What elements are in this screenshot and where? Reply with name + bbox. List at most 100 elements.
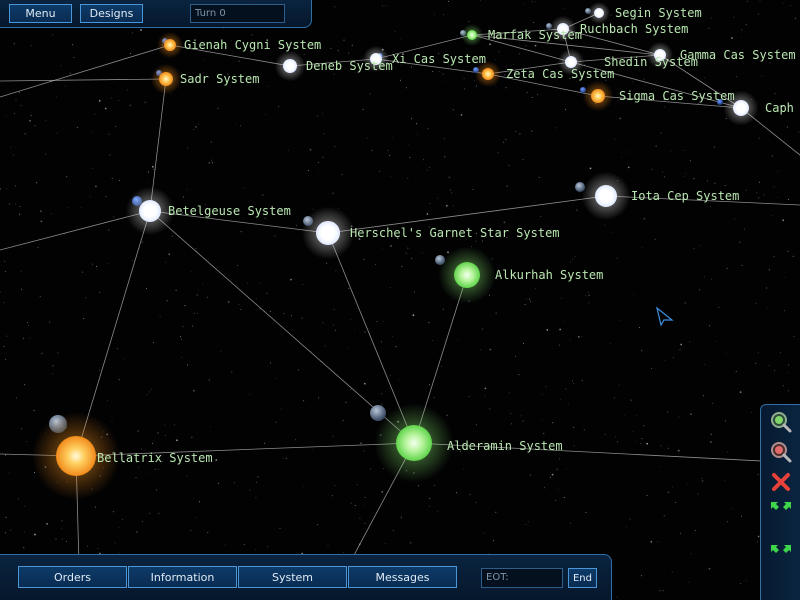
background-star xyxy=(21,247,23,249)
zoom-out-icon[interactable] xyxy=(767,439,795,465)
background-star xyxy=(534,288,536,290)
background-star xyxy=(16,397,18,399)
background-star xyxy=(532,22,534,23)
background-star xyxy=(484,387,487,390)
background-star xyxy=(322,322,324,324)
background-star xyxy=(374,264,376,265)
background-star xyxy=(505,87,507,89)
background-star xyxy=(475,424,477,426)
star-system-marfak[interactable] xyxy=(461,24,483,46)
star-icon[interactable] xyxy=(283,59,297,73)
designs-button[interactable]: Designs xyxy=(80,4,143,23)
background-star xyxy=(633,293,635,295)
background-star xyxy=(341,174,343,176)
collapse-icon[interactable] xyxy=(767,529,795,555)
background-star xyxy=(354,505,356,506)
background-star xyxy=(433,14,435,16)
background-star xyxy=(765,287,767,289)
orders-button[interactable]: Orders xyxy=(18,566,127,588)
background-star xyxy=(442,81,444,83)
system-button[interactable]: System xyxy=(238,566,347,588)
end-turn-button[interactable]: End xyxy=(568,568,597,588)
background-star xyxy=(771,155,773,157)
star-icon[interactable] xyxy=(56,436,96,476)
background-star xyxy=(389,155,391,156)
background-star xyxy=(114,542,116,544)
background-star xyxy=(381,491,384,493)
menu-button[interactable]: Menu xyxy=(9,4,72,23)
background-star xyxy=(643,217,646,220)
star-icon[interactable] xyxy=(595,185,617,207)
background-star xyxy=(726,267,728,269)
background-star xyxy=(298,369,300,371)
star-system-sadr[interactable] xyxy=(150,63,182,95)
star-icon[interactable] xyxy=(591,89,605,103)
expand-icon[interactable] xyxy=(767,499,795,525)
star-icon[interactable] xyxy=(396,425,432,461)
background-star xyxy=(736,76,737,78)
star-icon[interactable] xyxy=(467,30,477,40)
background-star xyxy=(514,356,516,358)
star-icon[interactable] xyxy=(454,262,480,288)
star-icon[interactable] xyxy=(594,8,604,18)
background-star xyxy=(422,159,424,161)
background-star xyxy=(745,189,747,191)
background-star xyxy=(773,186,775,188)
star-system-segin[interactable] xyxy=(588,2,610,24)
background-star xyxy=(793,335,795,337)
background-star xyxy=(787,364,789,366)
background-star xyxy=(552,422,554,424)
background-star xyxy=(5,358,7,360)
background-star xyxy=(37,246,39,248)
background-star xyxy=(261,305,263,307)
star-system-gienah-cygni[interactable] xyxy=(156,31,184,59)
background-star xyxy=(376,320,378,322)
background-star xyxy=(5,454,7,456)
zoom-in-icon[interactable] xyxy=(767,409,795,435)
background-star xyxy=(725,420,727,422)
information-button[interactable]: Information xyxy=(128,566,237,588)
star-system-iota-cep[interactable] xyxy=(581,171,631,221)
star-icon[interactable] xyxy=(482,68,494,80)
background-star xyxy=(650,540,653,543)
galaxy-map[interactable]: Segin System Ruchbach SystemMarfak System… xyxy=(0,0,800,600)
star-system-herschels-garnet[interactable] xyxy=(301,206,355,260)
background-star xyxy=(238,303,240,305)
background-star xyxy=(61,538,63,540)
star-system-betelgeuse[interactable] xyxy=(125,186,175,236)
background-star xyxy=(345,401,347,403)
background-star xyxy=(758,181,760,183)
star-icon[interactable] xyxy=(139,200,161,222)
background-star xyxy=(475,240,477,242)
background-star xyxy=(437,510,439,512)
background-star xyxy=(210,141,212,143)
background-star xyxy=(20,105,22,107)
background-star xyxy=(674,501,676,503)
star-icon[interactable] xyxy=(159,72,173,86)
star-icon[interactable] xyxy=(164,39,176,51)
top-toolbar: Menu Designs Turn 0 xyxy=(0,0,312,28)
messages-button[interactable]: Messages xyxy=(348,566,457,588)
background-star xyxy=(447,0,449,2)
background-star xyxy=(146,394,148,395)
background-star xyxy=(55,538,57,540)
background-star xyxy=(565,388,567,390)
background-star xyxy=(249,489,251,491)
star-system-deneb[interactable] xyxy=(274,50,306,82)
close-icon[interactable] xyxy=(767,469,795,495)
background-star xyxy=(364,331,366,333)
background-star xyxy=(604,224,606,226)
star-system-sigma-cas[interactable] xyxy=(582,80,614,112)
star-system-alderamin[interactable] xyxy=(374,403,454,483)
background-star xyxy=(432,71,434,73)
background-star xyxy=(108,133,110,135)
star-icon[interactable] xyxy=(733,100,749,116)
background-star xyxy=(168,253,171,256)
background-star xyxy=(757,13,759,15)
star-system-alkurhah[interactable] xyxy=(438,246,496,304)
background-star xyxy=(711,278,713,280)
star-icon[interactable] xyxy=(316,221,340,245)
background-star xyxy=(711,17,713,19)
eot-field[interactable]: EOT: xyxy=(481,568,563,588)
background-star xyxy=(426,169,428,171)
